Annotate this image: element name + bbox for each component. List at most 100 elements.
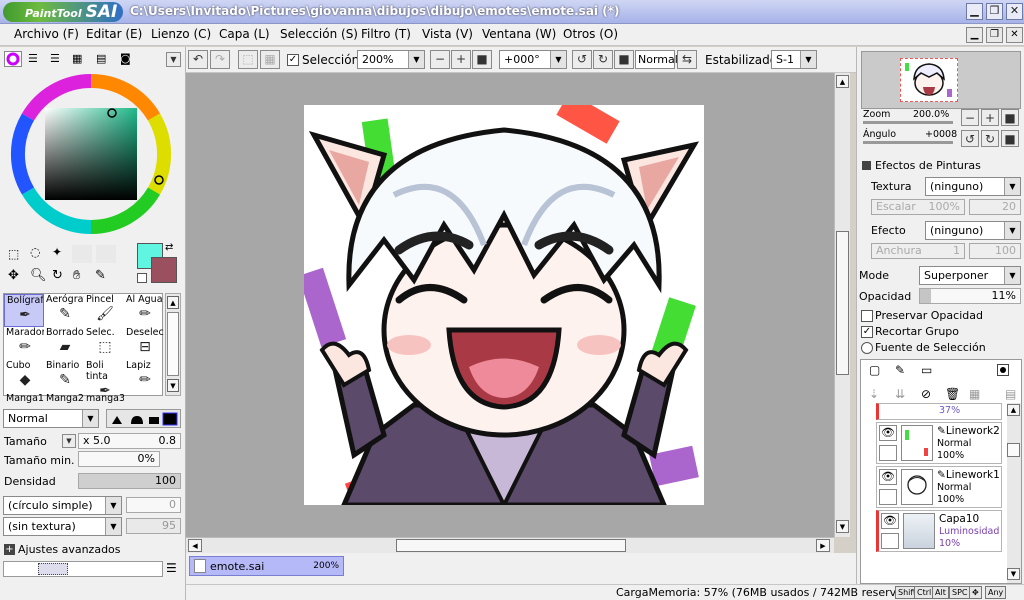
- nav-rotate-left-button[interactable]: ↺: [961, 130, 979, 147]
- mixer-tab[interactable]: ▤: [96, 52, 106, 65]
- new-folder-icon[interactable]: ▭: [921, 363, 932, 377]
- brush-marador[interactable]: Marador ✏: [4, 327, 44, 360]
- doc-close-button[interactable]: ✕: [1006, 27, 1023, 43]
- layer-row-linework1[interactable]: 👁︎ ✎Linework1 Normal 100%: [876, 466, 1002, 508]
- menu-seleccion[interactable]: Selección (S): [280, 27, 358, 41]
- collapse-icon[interactable]: [862, 161, 871, 170]
- brush-bol-grafo[interactable]: Bolígrafo✒: [4, 294, 44, 327]
- canvas-area[interactable]: [186, 73, 834, 537]
- invert-selection-button[interactable]: ▦: [260, 50, 280, 69]
- menu-ventana[interactable]: Ventana (W): [482, 27, 556, 41]
- rgb-slider-tab[interactable]: ☰: [28, 52, 38, 65]
- new-vector-layer-icon[interactable]: ✎: [895, 363, 905, 377]
- transfer-down-icon[interactable]: ⇣: [869, 387, 879, 401]
- brush-aer-grafo[interactable]: Aerógrafo✎: [44, 294, 84, 327]
- merge-down-icon[interactable]: ⇊: [895, 387, 905, 401]
- layer-lock-toggle[interactable]: [879, 489, 897, 505]
- brush-scrollbar[interactable]: ▲ ▼: [165, 293, 181, 396]
- nav-rotate-right-button[interactable]: ↻: [981, 130, 999, 147]
- layer-row-capa10[interactable]: 👁︎ Capa10 Luminosidad 10%: [876, 510, 1002, 552]
- color-wheel[interactable]: [10, 73, 172, 235]
- selection-checkbox[interactable]: ✓: [287, 54, 299, 66]
- nav-rotate-reset-button[interactable]: ■: [1001, 130, 1019, 147]
- deselect-button[interactable]: ⬚: [238, 50, 258, 69]
- view-mode-select[interactable]: Normal: [635, 50, 678, 69]
- vertical-scrollbar[interactable]: ▲ ▼: [834, 73, 850, 537]
- transparent-color-swatch[interactable]: [137, 273, 147, 283]
- width-slider[interactable]: Anchura 1: [871, 243, 965, 259]
- density-slider[interactable]: 100: [78, 473, 181, 489]
- layer-row[interactable]: 37%: [876, 403, 1002, 420]
- clear-layer-icon[interactable]: ⊘: [921, 387, 931, 401]
- scale-slider[interactable]: Escalar 100%: [871, 199, 965, 215]
- texture-effect-select[interactable]: (ninguno) ▼: [925, 177, 1021, 196]
- menu-lienzo[interactable]: Lienzo (C): [151, 27, 211, 41]
- brush-shape-selector[interactable]: [106, 409, 181, 428]
- horizontal-scrollbar[interactable]: ◀ ▶: [186, 537, 834, 553]
- undo-button[interactable]: ↶: [188, 50, 208, 69]
- brush-borrador[interactable]: Borrador ▰: [44, 327, 84, 360]
- menu-filtro[interactable]: Filtro (T): [361, 27, 411, 41]
- rotate-icon[interactable]: ↻: [52, 268, 63, 283]
- shape-select[interactable]: (círculo simple) ▼: [3, 496, 122, 515]
- menu-archivo[interactable]: Archivo (F): [14, 27, 79, 41]
- lasso-icon[interactable]: ◌: [30, 245, 40, 259]
- scale-num[interactable]: 20: [969, 199, 1021, 215]
- effect-select[interactable]: (ninguno) ▼: [925, 221, 1021, 240]
- clip-group-checkbox[interactable]: ✓: [861, 326, 873, 338]
- layer-mask-icon[interactable]: [997, 364, 1009, 376]
- navigator-preview[interactable]: [861, 51, 1021, 109]
- color-wheel-tab[interactable]: [4, 51, 22, 67]
- rect-select-icon[interactable]: ⬚: [8, 247, 19, 261]
- minimize-button[interactable]: ▁: [966, 3, 983, 20]
- selection-source-radio[interactable]: [861, 342, 873, 354]
- texture-select[interactable]: (sin textura) ▼: [3, 517, 122, 536]
- nav-zoom-in-button[interactable]: +: [981, 109, 999, 126]
- stabilizer-select[interactable]: S-1 ▼: [771, 50, 817, 69]
- brush-binario[interactable]: Binario ✎: [44, 360, 84, 393]
- layer-grid-icon[interactable]: ▤: [1005, 387, 1016, 401]
- swatch-tab[interactable]: ▦: [72, 52, 82, 65]
- layer-mode-select[interactable]: Superponer ▼: [919, 266, 1021, 285]
- zoom-out-button[interactable]: −: [430, 50, 450, 69]
- layer-scrollbar[interactable]: ▲ ▼: [1007, 403, 1021, 583]
- zoom-in-button[interactable]: +: [451, 50, 471, 69]
- rotate-reset-button[interactable]: ■: [614, 50, 634, 69]
- doc-minimize-button[interactable]: ▁: [966, 27, 983, 43]
- swap-colors-icon[interactable]: ⇄: [165, 242, 173, 253]
- brush-deselec-[interactable]: Deselec. ⊟: [124, 327, 164, 360]
- visibility-eye-icon[interactable]: 👁︎: [879, 469, 897, 485]
- preset-menu-icon[interactable]: ☰: [166, 561, 177, 575]
- rotate-right-button[interactable]: ↻: [593, 50, 613, 69]
- nav-zoom-out-button[interactable]: −: [961, 109, 979, 126]
- new-layer-icon[interactable]: ▢: [869, 363, 880, 377]
- magic-wand-icon[interactable]: ✦: [52, 245, 62, 259]
- doc-restore-button[interactable]: ❐: [986, 27, 1003, 43]
- advanced-settings-label[interactable]: Ajustes avanzados: [18, 543, 121, 556]
- flip-button[interactable]: ⇆: [677, 50, 697, 69]
- document-tab[interactable]: emote.sai 200%: [189, 556, 344, 576]
- hand-icon[interactable]: ✋︎: [73, 268, 80, 283]
- zoom-select[interactable]: 200% ▼: [357, 50, 425, 69]
- delete-layer-icon[interactable]: 🗑︎: [945, 387, 960, 401]
- menu-capa[interactable]: Capa (L): [219, 27, 270, 41]
- nav-zoom-slider[interactable]: [863, 121, 953, 124]
- redo-button[interactable]: ↷: [210, 50, 230, 69]
- blend-mode-select[interactable]: Normal ▼: [3, 409, 99, 428]
- paint-effects-header[interactable]: Efectos de Pinturas: [875, 159, 981, 172]
- brush-lapiz[interactable]: Lapiz ✏: [124, 360, 164, 393]
- layer-row-linework2[interactable]: 👁︎ ✎Linework2 Normal 100%: [876, 422, 1002, 464]
- shape-value[interactable]: 0: [126, 497, 181, 513]
- secondary-color-swatch[interactable]: [151, 257, 177, 283]
- texture-value[interactable]: 95: [126, 518, 181, 534]
- nav-angle-slider[interactable]: [863, 141, 953, 144]
- brush-al-agua[interactable]: Al Agua ✏: [124, 294, 164, 327]
- layer-props-icon[interactable]: ▦: [969, 387, 980, 401]
- size-multiplier-dropdown[interactable]: ▼: [62, 434, 76, 448]
- layer-lock-toggle[interactable]: [881, 533, 899, 549]
- move-icon[interactable]: ✥: [8, 268, 19, 283]
- brush-boli-tinta[interactable]: Boli tinta ✒: [84, 360, 124, 393]
- preserve-opacity-checkbox[interactable]: [861, 310, 873, 322]
- size-slider[interactable]: x 5.0 0.8: [78, 433, 181, 449]
- close-button[interactable]: ✕: [1006, 3, 1023, 20]
